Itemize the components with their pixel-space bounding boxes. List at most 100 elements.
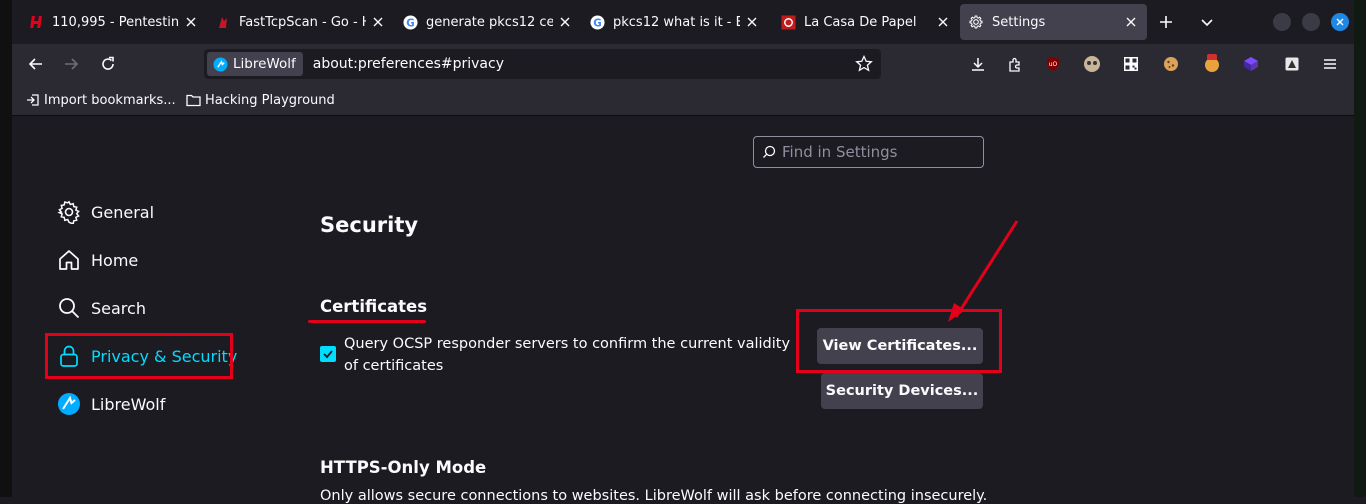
extensions-button[interactable] [1005,54,1025,74]
tab-title: 110,995 - Pentesting [52,14,179,30]
extension-card-button[interactable] [1282,54,1302,74]
tab-title: La Casa De Papel [804,14,917,30]
tab-hackerone[interactable]: 110,995 - Pentesting [20,4,207,40]
extension-face-button[interactable] [1082,54,1102,74]
librewolf-icon [213,56,228,72]
app-menu-button[interactable] [1320,54,1340,74]
downloads-button[interactable] [968,54,988,74]
tab-title: FastTcpScan - Go - H4 [239,14,366,30]
tab-title: generate pkcs12 cert [426,14,553,30]
close-window-button[interactable] [1331,13,1349,31]
desktop-background-left [0,0,12,497]
folder-icon [186,94,201,107]
annotation-underline [308,320,426,323]
bookmark-folder-hacking-playground[interactable]: Hacking Playground [186,91,335,109]
cookie-editor-button[interactable] [1161,54,1181,74]
hamburger-menu-icon [1324,59,1336,69]
qr-code-button[interactable] [1121,54,1141,74]
home-icon [56,247,82,273]
gear-icon [968,14,984,30]
tryhackme-icon [780,14,796,30]
tab-strip: 110,995 - Pentesting FastTcpScan - Go - … [12,0,1354,44]
google-icon: G [589,14,605,30]
tab-settings[interactable]: Settings [960,4,1147,40]
url-text[interactable]: about:preferences#privacy [313,56,504,72]
bookmark-star-icon[interactable] [855,54,873,77]
reload-button[interactable] [94,50,122,78]
close-icon[interactable] [183,14,199,30]
ocsp-label[interactable]: Query OCSP responder servers to confirm … [344,333,804,377]
category-label: General [91,202,155,222]
gear-icon [56,199,82,225]
svg-text:uO: uO [1049,61,1058,68]
close-icon[interactable] [744,14,760,30]
category-label: Search [91,298,146,318]
bookmark-import[interactable]: Import bookmarks... [26,91,176,109]
category-home[interactable]: Home [56,242,138,278]
close-icon[interactable] [935,14,951,30]
category-search[interactable]: Search [56,290,146,326]
checkmark-icon [323,350,333,359]
cube-icon [1244,57,1258,71]
category-librewolf[interactable]: LibreWolf [56,386,165,422]
svg-text:G: G [593,17,601,29]
minimize-button[interactable] [1273,13,1291,31]
ublock-origin-button[interactable]: uO [1043,54,1063,74]
back-button[interactable] [22,50,50,78]
tab-fasttcpscan[interactable]: FastTcpScan - Go - H4 [207,4,394,40]
download-icon [972,58,984,71]
https-only-description: Only allows secure connections to websit… [320,488,988,504]
new-tab-button[interactable] [1154,10,1178,34]
close-icon [1336,18,1344,26]
tab-la-casa-de-papel[interactable]: La Casa De Papel [772,4,959,40]
bookmark-label: Hacking Playground [205,92,335,108]
annotation-highlight-box [796,309,1002,373]
puzzle-icon [1009,57,1020,72]
hackerone-icon [28,14,44,30]
category-label: LibreWolf [91,394,166,414]
navigation-toolbar: LibreWolf about:preferences#privacy uO [12,44,1354,84]
extension-badge-button[interactable] [1202,54,1222,74]
tab-title: pkcs12 what is it - Bu [613,14,740,30]
category-general[interactable]: General [56,194,154,230]
close-icon[interactable] [557,14,573,30]
tab-google-pkcs12[interactable]: G pkcs12 what is it - Bu [581,4,768,40]
identity-box[interactable]: LibreWolf [207,52,303,76]
desktop-background-right [1354,0,1366,497]
certificates-heading: Certificates [320,297,428,316]
close-icon[interactable] [370,14,386,30]
url-bar[interactable]: LibreWolf about:preferences#privacy [204,49,881,79]
red-logo-icon [215,14,231,30]
browser-window: 110,995 - Pentesting FastTcpScan - Go - … [12,0,1354,504]
forward-arrow-icon [65,58,79,70]
svg-text:G: G [406,17,414,29]
import-icon [27,94,39,106]
search-icon [763,145,776,158]
card-icon [1285,57,1299,71]
security-devices-button[interactable]: Security Devices... [821,373,983,409]
https-only-heading: HTTPS-Only Mode [320,458,487,477]
face-icon [1084,56,1100,72]
list-all-tabs-button[interactable] [1195,10,1219,34]
tab-google-generate[interactable]: G generate pkcs12 cert [394,4,581,40]
search-icon [56,295,82,321]
ocsp-checkbox[interactable] [320,346,336,362]
qr-code-icon [1124,57,1138,71]
forward-button[interactable] [57,50,85,78]
bookmarks-toolbar: Import bookmarks... Hacking Playground [12,84,1354,116]
extension-cube-button[interactable] [1241,54,1261,74]
section-title: Security [320,213,419,237]
category-label: Home [91,250,139,270]
search-placeholder: Find in Settings [782,143,898,161]
bookmark-label: Import bookmarks... [44,92,176,108]
reload-icon [102,56,114,70]
annotation-arrow [948,220,1019,322]
tab-title: Settings [992,14,1046,30]
maximize-button[interactable] [1302,13,1320,31]
find-in-settings-input[interactable]: Find in Settings [753,136,984,168]
identity-label: LibreWolf [233,56,296,72]
google-icon: G [402,14,418,30]
preferences-page: Find in Settings General Home Search Pri… [12,117,1354,504]
fox-badge-icon [1205,54,1219,72]
close-icon[interactable] [1123,14,1139,30]
